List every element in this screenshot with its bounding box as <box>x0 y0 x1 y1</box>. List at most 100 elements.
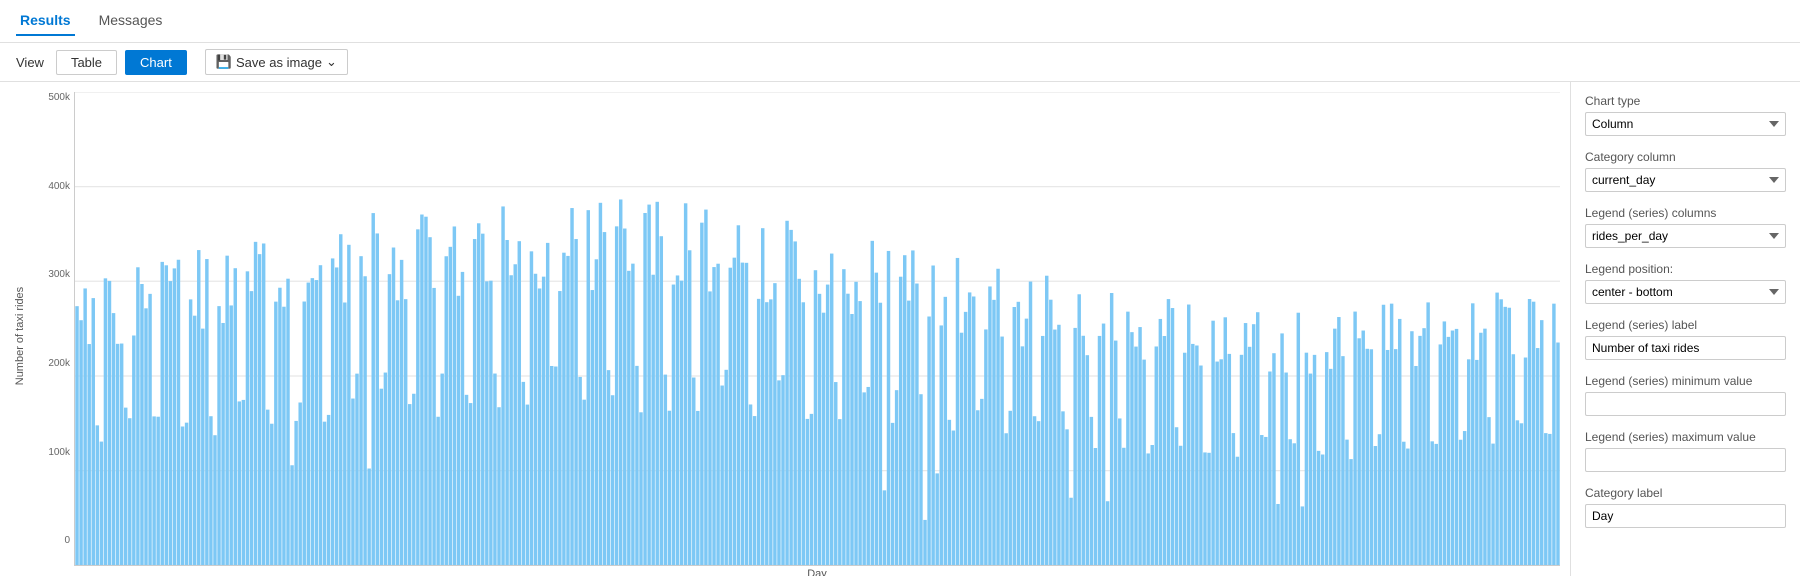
bar[interactable] <box>1244 323 1247 565</box>
bar[interactable] <box>1029 282 1032 566</box>
bar[interactable] <box>108 281 111 565</box>
bar[interactable] <box>1544 433 1547 565</box>
bar[interactable] <box>895 390 898 565</box>
bar[interactable] <box>303 302 306 566</box>
bar[interactable] <box>1394 349 1397 565</box>
bar[interactable] <box>185 423 188 566</box>
bar[interactable] <box>708 291 711 565</box>
tab-messages[interactable]: Messages <box>95 6 167 36</box>
bar[interactable] <box>242 400 245 565</box>
bar[interactable] <box>1252 324 1255 565</box>
bar[interactable] <box>1333 329 1336 566</box>
bar[interactable] <box>1430 441 1433 565</box>
bar[interactable] <box>1301 506 1304 565</box>
bar[interactable] <box>599 203 602 565</box>
bar[interactable] <box>424 217 427 566</box>
bar[interactable] <box>217 306 220 565</box>
bar[interactable] <box>1077 294 1080 565</box>
bar[interactable] <box>1475 360 1478 565</box>
bar[interactable] <box>319 265 322 565</box>
bar[interactable] <box>1057 325 1060 565</box>
bar[interactable] <box>854 282 857 565</box>
bar[interactable] <box>457 296 460 565</box>
bar[interactable] <box>461 272 464 565</box>
bar[interactable] <box>148 294 151 565</box>
bar[interactable] <box>161 262 164 565</box>
bar[interactable] <box>514 264 517 565</box>
bar[interactable] <box>611 395 614 565</box>
bar[interactable] <box>1406 449 1409 566</box>
bar[interactable] <box>587 210 590 565</box>
bar[interactable] <box>749 404 752 565</box>
bar[interactable] <box>140 284 143 565</box>
bar[interactable] <box>432 288 435 565</box>
bar[interactable] <box>1025 319 1028 566</box>
bar[interactable] <box>1353 312 1356 566</box>
bar[interactable] <box>124 408 127 566</box>
bar[interactable] <box>1337 317 1340 565</box>
bar[interactable] <box>1134 347 1137 566</box>
bar[interactable] <box>883 490 886 565</box>
bar[interactable] <box>554 367 557 566</box>
bar[interactable] <box>631 264 634 566</box>
bar[interactable] <box>972 296 975 565</box>
chart-button[interactable]: Chart <box>125 50 187 75</box>
bar[interactable] <box>769 299 772 565</box>
bar[interactable] <box>1390 304 1393 566</box>
bar[interactable] <box>1487 417 1490 565</box>
bar[interactable] <box>761 228 764 565</box>
bar[interactable] <box>1398 319 1401 565</box>
bar[interactable] <box>335 267 338 565</box>
bar[interactable] <box>501 206 504 565</box>
legend-position-select[interactable]: center - bottom center - top left right <box>1585 280 1786 304</box>
bar[interactable] <box>104 278 107 565</box>
bar[interactable] <box>1268 372 1271 566</box>
bar[interactable] <box>420 215 423 566</box>
bar[interactable] <box>1483 329 1486 566</box>
bar[interactable] <box>899 277 902 566</box>
series-label-input[interactable] <box>1585 336 1786 360</box>
bar[interactable] <box>416 229 419 565</box>
bar[interactable] <box>530 251 533 565</box>
bar[interactable] <box>595 259 598 565</box>
bar[interactable] <box>1325 352 1328 565</box>
bar[interactable] <box>1094 448 1097 565</box>
bar[interactable] <box>538 288 541 565</box>
bar[interactable] <box>903 255 906 565</box>
bar[interactable] <box>546 243 549 565</box>
bar[interactable] <box>1552 304 1555 566</box>
bar[interactable] <box>79 320 82 565</box>
bar[interactable] <box>1386 350 1389 565</box>
bar[interactable] <box>647 205 650 566</box>
bar[interactable] <box>1041 336 1044 565</box>
bar[interactable] <box>960 333 963 566</box>
bar[interactable] <box>737 225 740 565</box>
bar[interactable] <box>1110 293 1113 565</box>
bar[interactable] <box>1293 443 1296 565</box>
bar[interactable] <box>822 313 825 566</box>
bar[interactable] <box>497 407 500 565</box>
bar[interactable] <box>862 392 865 565</box>
bar[interactable] <box>1520 423 1523 565</box>
bar[interactable] <box>1467 359 1470 565</box>
bar[interactable] <box>1512 354 1515 565</box>
bar[interactable] <box>757 299 760 565</box>
bar[interactable] <box>1219 359 1222 565</box>
bar[interactable] <box>100 442 103 566</box>
bar[interactable] <box>1418 336 1421 565</box>
tab-results[interactable]: Results <box>16 6 75 36</box>
bar[interactable] <box>96 425 99 565</box>
bar[interactable] <box>558 291 561 565</box>
bar[interactable] <box>323 422 326 566</box>
bar[interactable] <box>209 416 212 565</box>
bar[interactable] <box>1402 442 1405 566</box>
bar[interactable] <box>733 258 736 566</box>
bar[interactable] <box>1236 457 1239 566</box>
bar[interactable] <box>793 241 796 565</box>
bar[interactable] <box>112 313 115 565</box>
bar[interactable] <box>238 401 241 565</box>
bar[interactable] <box>1228 354 1231 565</box>
bar[interactable] <box>765 302 768 565</box>
bar[interactable] <box>347 245 350 565</box>
bar[interactable] <box>656 202 659 565</box>
